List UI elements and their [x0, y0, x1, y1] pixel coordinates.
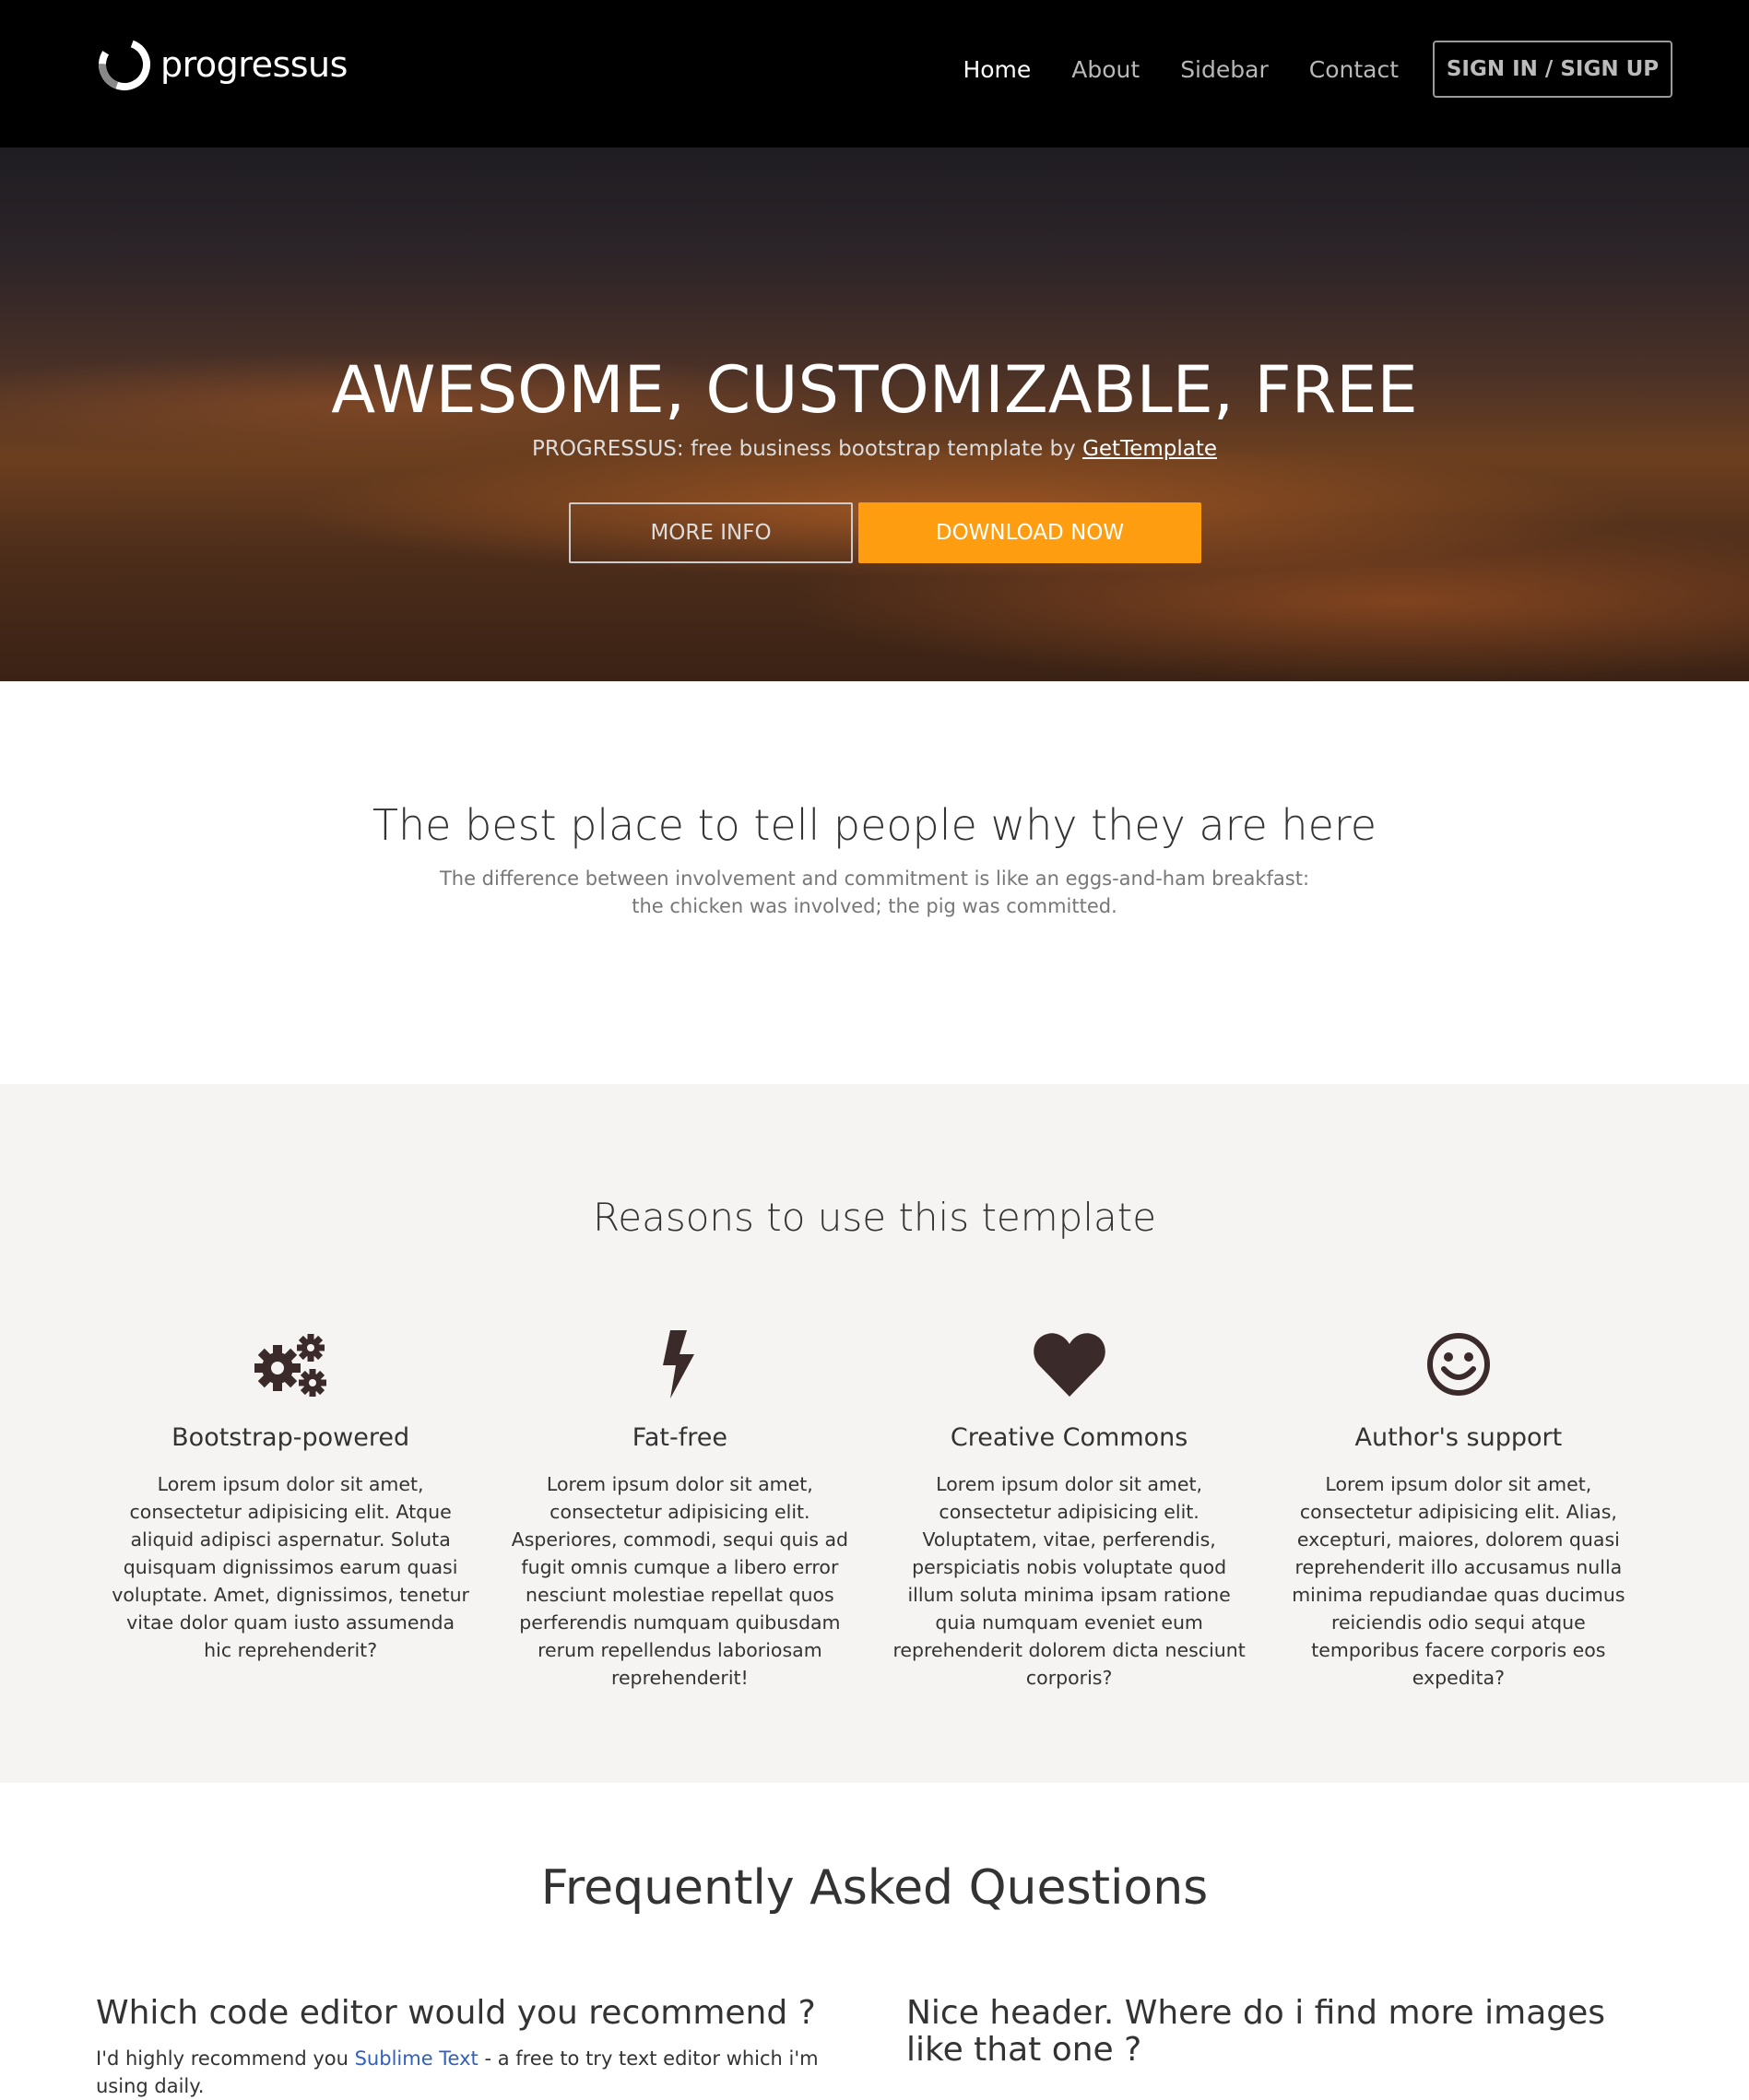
nav-item-contact[interactable]: Contact — [1289, 53, 1419, 87]
nav-item-sidebar[interactable]: Sidebar — [1160, 53, 1289, 87]
navbar: progressus Home About Sidebar Contact SI… — [0, 0, 1749, 147]
hero-banner: AWESOME, CUSTOMIZABLE, FREE PROGRESSUS: … — [0, 147, 1749, 681]
intro-text: The difference between involvement and c… — [0, 865, 1749, 920]
feature-title: Author's support — [1354, 1423, 1563, 1452]
faq-answer-prefix: I'd highly recommend you — [96, 2047, 355, 2070]
gettemplate-link[interactable]: GetTemplate — [1082, 437, 1217, 461]
feature-author-support: Author's support Lorem ipsum dolor sit a… — [1264, 1327, 1653, 1692]
faq-title: Frequently Asked Questions — [540, 1860, 1209, 1916]
feature-creative-commons: Creative Commons Lorem ipsum dolor sit a… — [875, 1327, 1264, 1692]
smile-icon — [1426, 1333, 1490, 1396]
intro-line-2: the chicken was involved; the pig was co… — [632, 895, 1117, 917]
feature-text: Lorem ipsum dolor sit amet, consectetur … — [892, 1473, 1246, 1689]
faq-item-header-images: Nice header. Where do i find more images… — [906, 1995, 1653, 2069]
feature-text: Lorem ipsum dolor sit amet, consectetur … — [112, 1473, 469, 1661]
feature-fat-free: Fat-free Lorem ipsum dolor sit amet, con… — [485, 1327, 874, 1692]
signin-button[interactable]: SIGN IN / SIGN UP — [1433, 41, 1672, 98]
feature-title: Fat-free — [632, 1423, 727, 1452]
faq-answer: I'd highly recommend you Sublime Text - … — [96, 2045, 833, 2100]
download-now-button[interactable]: DOWNLOAD NOW — [858, 502, 1201, 563]
feature-text: Lorem ipsum dolor sit amet, consectetur … — [511, 1473, 849, 1689]
faq-question: Which code editor would you recommend ? — [96, 1994, 816, 2032]
hero-title: AWESOME, CUSTOMIZABLE, FREE — [331, 352, 1418, 428]
feature-text: Lorem ipsum dolor sit amet, consectetur … — [1292, 1473, 1625, 1689]
heart-icon — [1033, 1333, 1105, 1397]
faq-item-code-editor: Which code editor would you recommend ? … — [96, 1995, 833, 2100]
nav-item-home[interactable]: Home — [942, 53, 1051, 87]
progress-ring-logo-icon — [99, 39, 150, 90]
more-info-button[interactable]: MORE INFO — [569, 502, 853, 563]
nav-item-about[interactable]: About — [1051, 53, 1160, 87]
feature-title: Creative Commons — [950, 1423, 1188, 1452]
features-row: Bootstrap-powered Lorem ipsum dolor sit … — [96, 1327, 1653, 1692]
gears-icon — [254, 1334, 327, 1397]
reasons-title: Reasons to use this template — [592, 1195, 1157, 1240]
hero-subtitle-text: PROGRESSUS: free business bootstrap temp… — [531, 437, 1083, 461]
faq-question: Nice header. Where do i find more images… — [906, 1994, 1606, 2069]
brand[interactable]: progressus — [96, 35, 348, 94]
intro-title: The best place to tell people why they a… — [372, 800, 1377, 850]
reasons-section: Reasons to use this template Bootstrap-p… — [0, 1084, 1749, 1783]
bolt-icon — [663, 1330, 695, 1398]
hero-subtitle: PROGRESSUS: free business bootstrap temp… — [0, 437, 1749, 461]
main-nav: Home About Sidebar Contact — [942, 53, 1419, 87]
brand-name: progressus — [160, 44, 348, 85]
sublime-text-link[interactable]: Sublime Text — [355, 2047, 479, 2070]
feature-title: Bootstrap-powered — [171, 1423, 410, 1452]
feature-bootstrap: Bootstrap-powered Lorem ipsum dolor sit … — [96, 1327, 485, 1692]
intro-line-1: The difference between involvement and c… — [439, 867, 1310, 890]
